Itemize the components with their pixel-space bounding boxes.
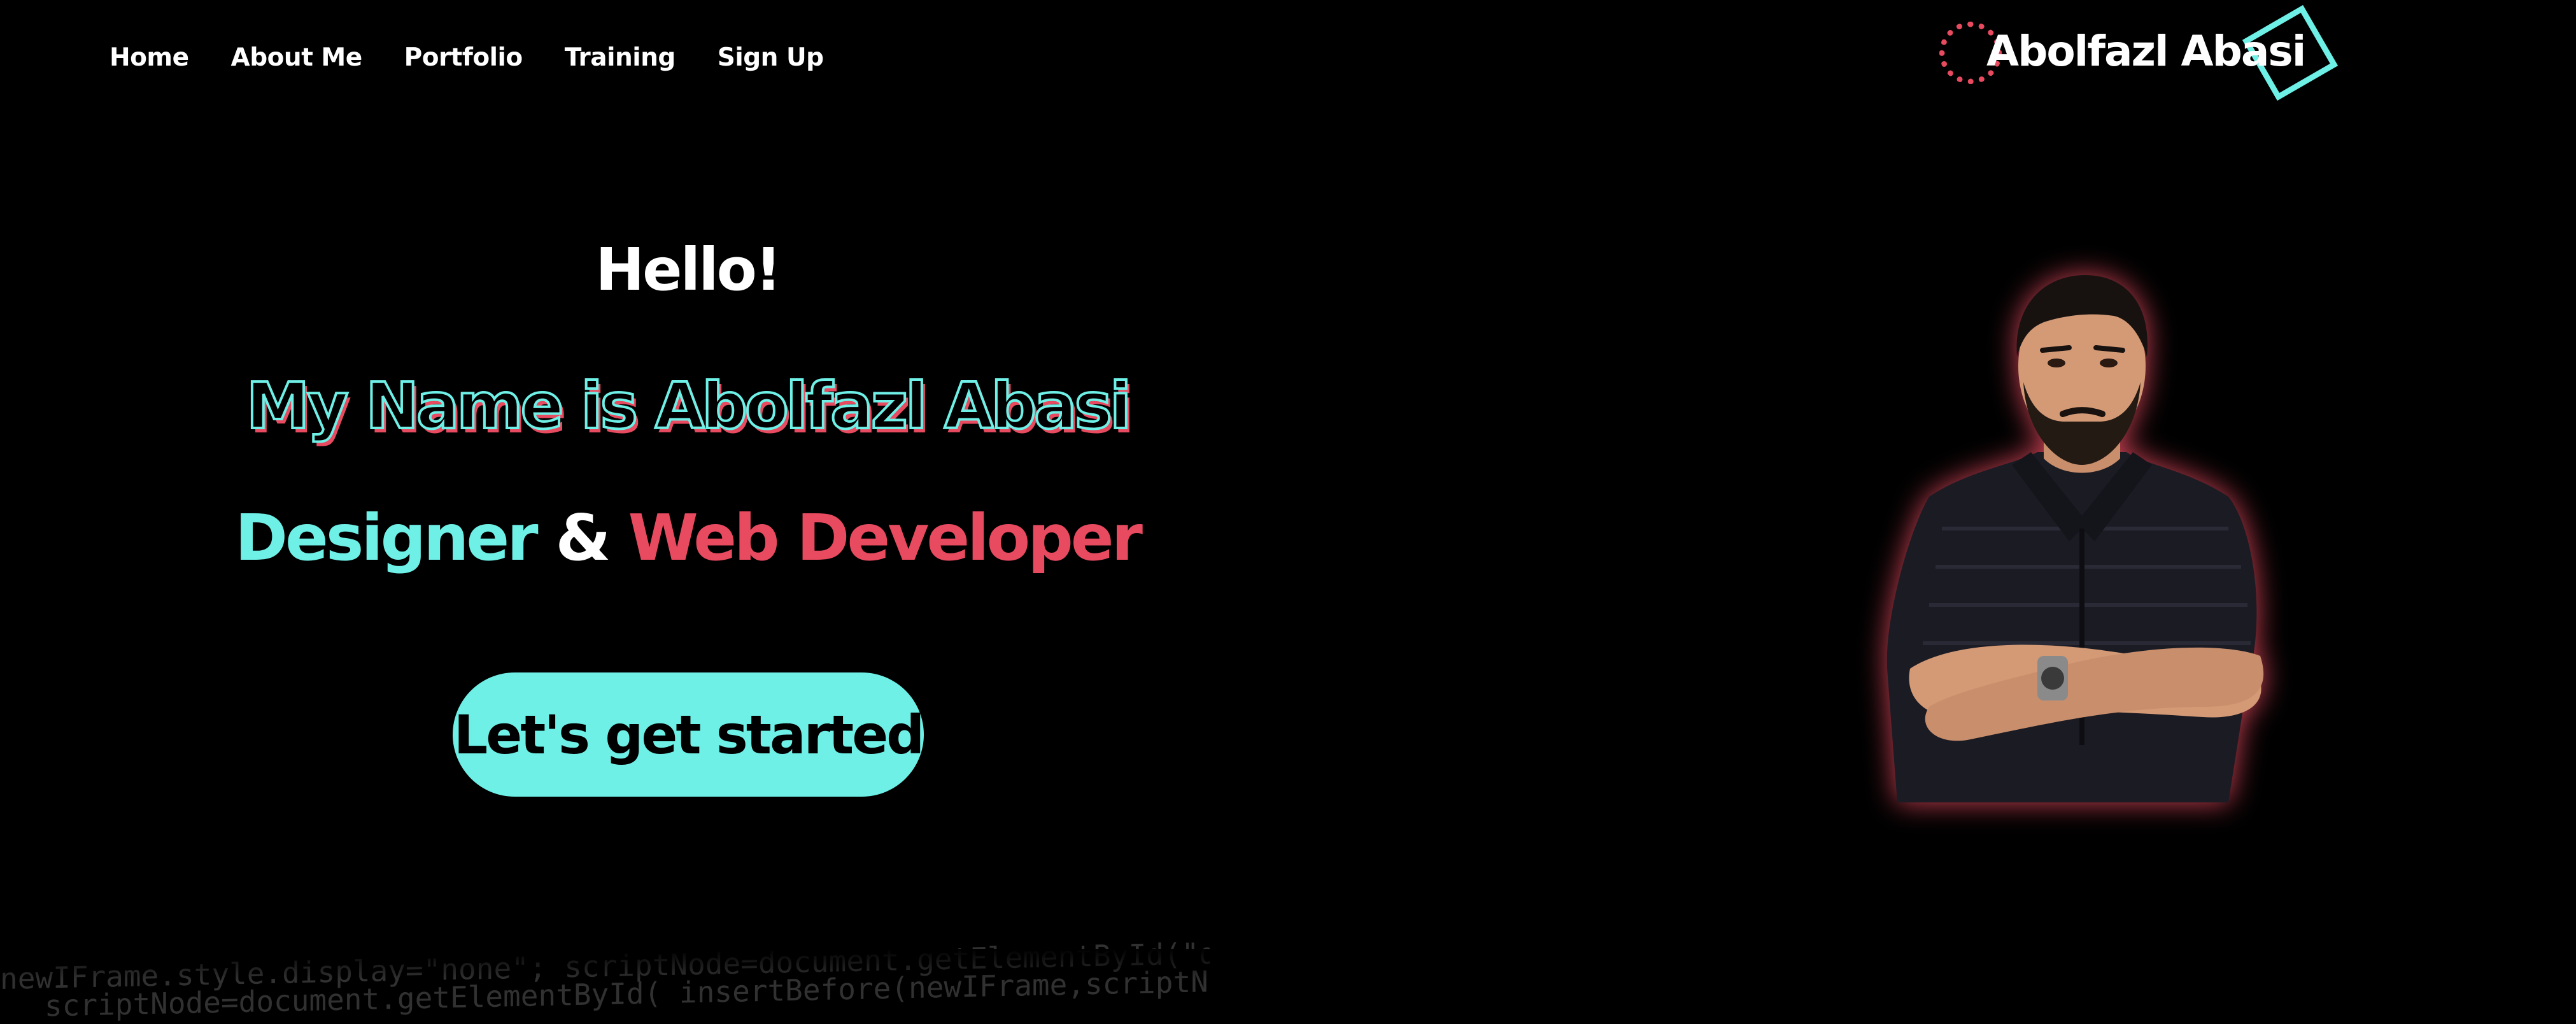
nav-about-me-link[interactable]: About Me [231,43,363,72]
get-started-button[interactable]: Let's get started [453,672,924,797]
profile-portrait [1872,261,2305,802]
nav-home-link[interactable]: Home [110,43,189,72]
nav-sign-up-link[interactable]: Sign Up [718,43,824,72]
brand-name: Abolfazl Abasi [1986,27,2306,76]
background-code-text: newIFrame.style.display="none"; scriptNo… [0,939,1210,1024]
main-nav: Home About Me Portfolio Training Sign Up [110,37,824,78]
hero-intro: My Name is Abolfazl Abasi [245,369,1133,443]
nav-training-link[interactable]: Training [565,43,676,72]
hero-greeting: Hello! [595,236,782,304]
brand-logo[interactable]: Abolfazl Abasi [1939,4,2340,110]
hero-roles: Designer & Web Developer [191,506,1184,570]
role-web-developer: Web Developer [628,501,1142,575]
role-designer: Designer [235,501,539,575]
nav-portfolio-link[interactable]: Portfolio [404,43,523,72]
role-ampersand: & [555,501,611,575]
profile-photo-illustration [1886,275,2264,802]
